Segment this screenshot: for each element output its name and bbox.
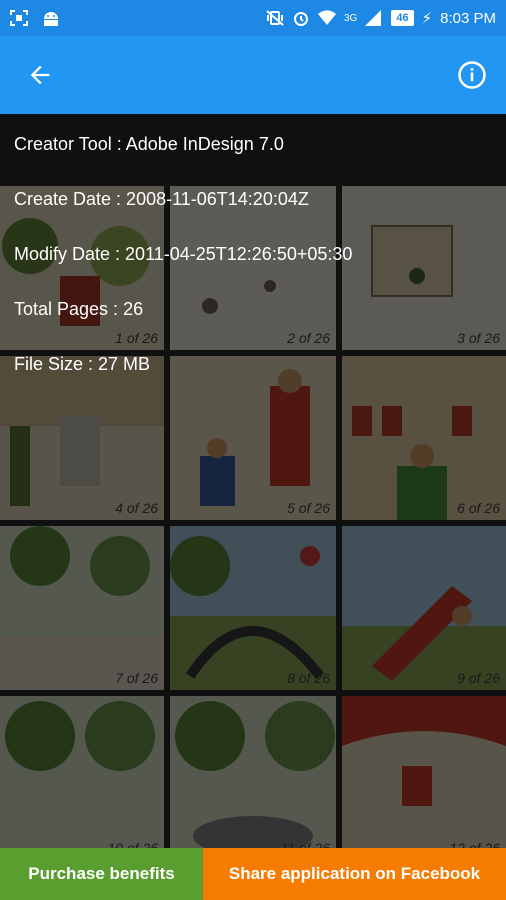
create-date: Create Date : 2008-11-06T14:20:04Z [14,189,309,209]
page-thumbnail[interactable]: 12 of 26 [342,696,506,848]
page-thumbnail[interactable]: 11 of 26 [170,696,336,848]
creator-tool: Creator Tool : Adobe InDesign 7.0 [14,134,284,154]
page-label: 10 of 26 [107,840,158,848]
network-type: 3G [343,12,358,24]
page-illustration [342,526,506,690]
page-illustration [0,526,164,690]
page-thumbnail[interactable]: 7 of 26 [0,526,164,690]
page-label: 8 of 26 [287,670,330,686]
android-icon [42,10,60,26]
page-label: 12 of 26 [449,840,500,848]
page-label: 6 of 26 [457,500,500,516]
screenshot-icon [10,10,28,26]
alarm-icon [292,10,310,26]
page-thumbnail[interactable]: 8 of 26 [170,526,336,690]
info-icon [458,61,486,89]
page-label: 7 of 26 [115,670,158,686]
info-button[interactable] [456,59,488,91]
back-button[interactable] [24,59,56,91]
page-label: 4 of 26 [115,500,158,516]
battery-icon: 46 [391,10,414,26]
bottom-action-bar: Purchase benefits Share application on F… [0,848,506,900]
page-illustration [170,526,336,690]
wifi-icon [317,10,336,26]
page-label: 9 of 26 [457,670,500,686]
vibrate-icon [266,10,284,26]
page-thumbnail[interactable]: 9 of 26 [342,526,506,690]
page-illustration [170,696,336,848]
status-time: 8:03 PM [440,9,496,27]
file-size: File Size : 27 MB [14,354,151,374]
status-bar: 3G 46 ⚡ 8:03 PM [0,0,506,36]
page-illustration [0,696,164,848]
total-pages: Total Pages : 26 [14,299,144,319]
page-label: 11 of 26 [280,840,330,848]
arrow-left-icon [30,65,50,85]
document-info-panel: Creator Tool : Adobe InDesign 7.0 Create… [14,114,494,392]
charging-icon: ⚡ [421,10,433,27]
purchase-benefits-button[interactable]: Purchase benefits [0,848,203,900]
modify-date: Modify Date : 2011-04-25T12:26:50+05:30 [14,244,353,264]
share-facebook-button[interactable]: Share application on Facebook [203,848,506,900]
page-thumbnail[interactable]: 10 of 26 [0,696,164,848]
page-label: 5 of 26 [287,500,330,516]
signal-icon [365,10,383,26]
app-bar [0,36,506,114]
page-illustration [342,696,506,848]
